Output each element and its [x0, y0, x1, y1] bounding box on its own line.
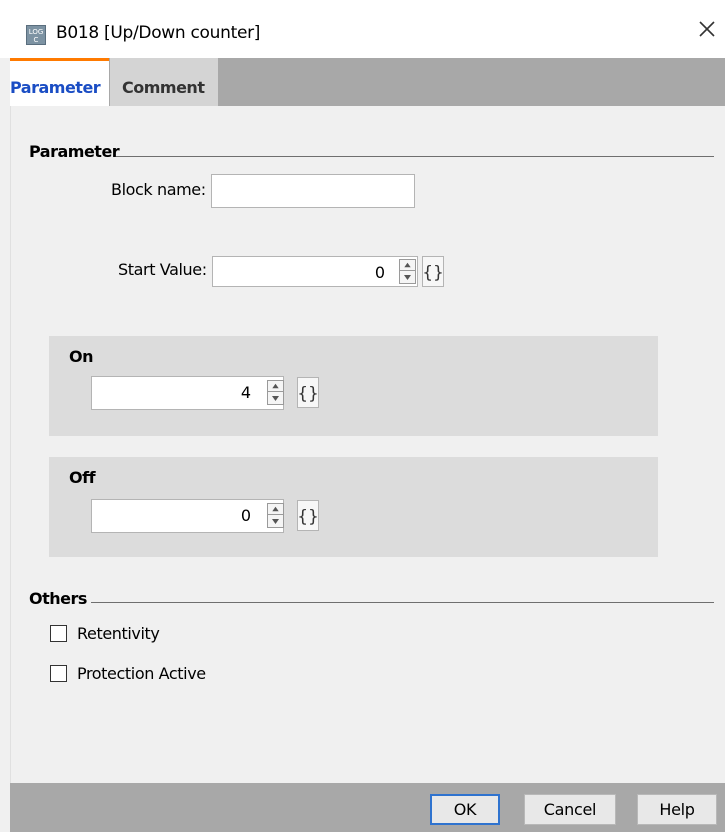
others-section-title: Others [29, 589, 87, 608]
protection-active-label: Protection Active [77, 664, 206, 683]
start-value-text: 0 [374, 263, 385, 282]
on-value-reference-button[interactable]: {} [297, 377, 319, 408]
others-divider [91, 602, 714, 603]
off-group-title: Off [69, 468, 96, 487]
off-value-text: 0 [240, 506, 251, 525]
parameter-section-title: Parameter [29, 142, 120, 161]
spin-up-icon[interactable] [268, 504, 283, 515]
spin-down-icon[interactable] [268, 516, 283, 527]
svg-text:LOG: LOG [29, 28, 44, 36]
tab-parameter[interactable]: Parameter [10, 58, 109, 106]
off-value-spinner[interactable] [267, 503, 284, 528]
ok-button[interactable]: OK [430, 794, 500, 825]
on-value-spinner[interactable] [267, 380, 284, 405]
help-button[interactable]: Help [637, 794, 717, 825]
braces-icon: {} [297, 507, 319, 527]
start-value-spinner[interactable] [399, 259, 416, 284]
svg-text:C: C [34, 36, 39, 44]
spin-up-icon[interactable] [400, 260, 415, 271]
title-bar: LOG C B018 [Up/Down counter] [0, 0, 725, 58]
on-group-title: On [69, 347, 94, 366]
braces-icon: {} [422, 263, 444, 283]
tab-comment-label: Comment [122, 78, 205, 97]
braces-icon-text: {} [298, 507, 318, 527]
tab-parameter-label: Parameter [10, 78, 101, 97]
retentivity-label: Retentivity [77, 624, 160, 643]
cancel-button[interactable]: Cancel [524, 794, 616, 825]
on-value-input[interactable]: 4 [91, 376, 284, 410]
start-value-reference-button[interactable]: {} [422, 256, 444, 287]
braces-icon-text: {} [298, 384, 318, 404]
block-name-label: Block name: [111, 180, 206, 199]
braces-icon-text: {} [423, 263, 443, 283]
parameter-panel: Parameter Block name: Start Value: 0 {} … [10, 106, 725, 783]
on-group: On 4 {} [49, 336, 658, 436]
block-name-input[interactable] [211, 174, 415, 208]
tab-strip: Parameter Comment [10, 58, 725, 106]
retentivity-checkbox[interactable] [50, 625, 67, 642]
close-icon[interactable] [694, 16, 720, 42]
spin-up-icon[interactable] [268, 381, 283, 392]
button-bar: OK Cancel Help [10, 783, 725, 832]
off-value-input[interactable]: 0 [91, 499, 284, 533]
off-group: Off 0 {} [49, 457, 658, 557]
start-value-label: Start Value: [118, 260, 207, 279]
braces-icon: {} [297, 384, 319, 404]
window-title: B018 [Up/Down counter] [56, 23, 261, 43]
spin-down-icon[interactable] [268, 393, 283, 404]
spin-down-icon[interactable] [400, 272, 415, 283]
start-value-input[interactable]: 0 [212, 256, 418, 287]
on-value-text: 4 [240, 383, 251, 402]
parameter-divider [116, 156, 714, 157]
off-value-reference-button[interactable]: {} [297, 500, 319, 531]
protection-active-checkbox[interactable] [50, 665, 67, 682]
logo-block-icon: LOG C [26, 25, 46, 45]
tab-comment[interactable]: Comment [110, 58, 218, 106]
